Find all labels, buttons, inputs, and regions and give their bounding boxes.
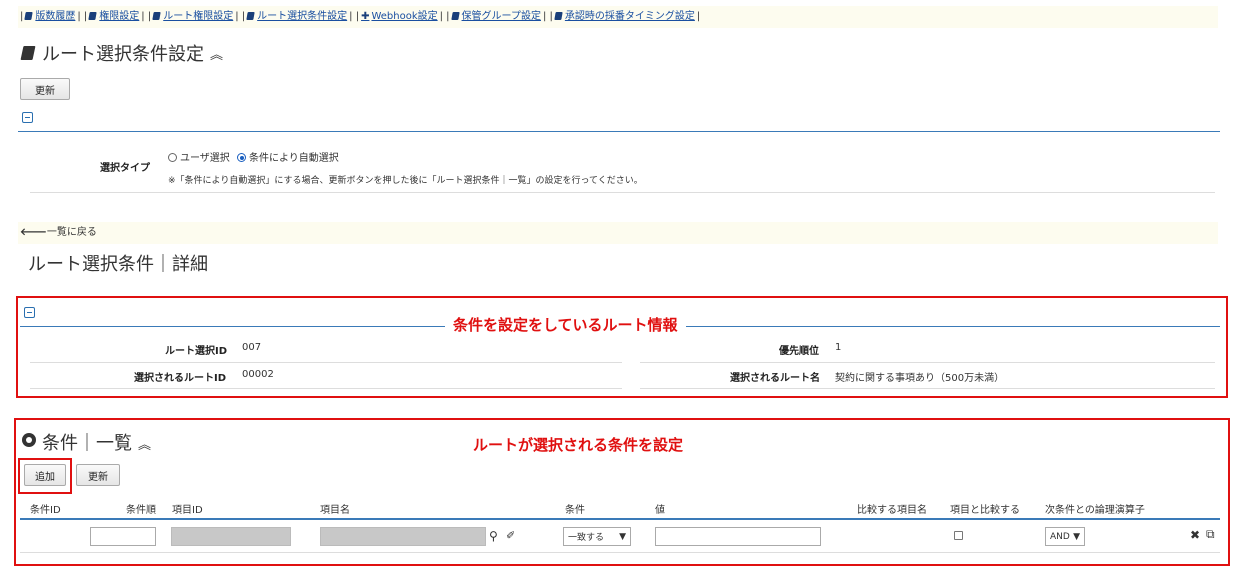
- col-item-name: 項目名: [320, 505, 350, 516]
- eraser-icon[interactable]: ✐: [506, 529, 515, 542]
- back-bar: 🡐一覧に戻る: [18, 222, 1218, 244]
- collapse-icon[interactable]: [22, 112, 33, 123]
- select-type-options: ユーザ選択 条件により自動選択: [168, 149, 339, 164]
- nav-link-route-select-conditions[interactable]: ルート選択条件設定: [246, 11, 347, 22]
- item-id-field: [171, 527, 291, 546]
- back-link[interactable]: 🡐一覧に戻る: [20, 227, 97, 238]
- dropdown-arrow-icon: ▼: [619, 531, 626, 542]
- route-select-id-value: 007: [242, 342, 262, 353]
- route-name-label: 選択されるルート名: [730, 373, 820, 384]
- table-header-divider: [20, 518, 1220, 520]
- route-id-label: 選択されるルートID: [134, 373, 227, 384]
- conditions-annotation: ルートが選択される条件を設定: [465, 434, 692, 455]
- collapse-icon[interactable]: [24, 307, 35, 318]
- nav-link-storage-groups[interactable]: 保管グループ設定: [450, 11, 541, 22]
- select-type-label: 選択タイプ: [100, 163, 150, 174]
- dropdown-arrow-icon: ▼: [1073, 531, 1080, 542]
- nav-link-route-permissions[interactable]: ルート権限設定: [152, 11, 233, 22]
- condition-operator-select[interactable]: 一致する ▼: [563, 527, 631, 546]
- col-condition-order: 条件順: [126, 505, 156, 516]
- chevron-up-double-icon[interactable]: ︽: [210, 44, 223, 63]
- value-input[interactable]: [655, 527, 821, 546]
- nav-link-webhook[interactable]: ✚ Webhook設定: [361, 11, 438, 22]
- gear-icon: [22, 433, 36, 447]
- plus-icon: ✚: [361, 11, 370, 22]
- row-divider: [20, 552, 1220, 553]
- section-divider: [18, 131, 1220, 132]
- col-logic-operator: 次条件との論理演算子: [1045, 505, 1145, 516]
- radio-user-select[interactable]: ユーザ選択: [168, 153, 230, 164]
- book-icon: [246, 12, 255, 20]
- route-name-value: 契約に関する事項あり（500万未満）: [835, 373, 1005, 384]
- select-type-note: ※「条件により自動選択」にする場合、更新ボタンを押した後に「ルート選択条件｜一覧…: [168, 176, 643, 186]
- item-name-field: [320, 527, 486, 546]
- compare-with-item-checkbox[interactable]: [954, 531, 963, 540]
- book-icon: [20, 46, 36, 60]
- book-icon: [450, 12, 460, 20]
- logic-operator-select[interactable]: AND ▼: [1045, 527, 1085, 546]
- col-compare-item-name: 比較する項目名: [857, 505, 927, 516]
- row-divider: [30, 388, 622, 389]
- row-divider: [640, 388, 1215, 389]
- row-divider: [30, 192, 1215, 193]
- col-item-id: 項目ID: [172, 505, 203, 516]
- top-nav: | 版数履歴 | | 権限設定 | | ルート権限設定 | | ルート選択条件設定 | | ✚ We…: [18, 6, 1218, 28]
- col-value: 値: [655, 505, 665, 516]
- condition-order-input[interactable]: [90, 527, 156, 546]
- copy-icon[interactable]: ⧉: [1206, 527, 1215, 542]
- add-condition-button[interactable]: 追加: [24, 464, 66, 486]
- book-icon: [88, 12, 98, 20]
- row-divider: [640, 362, 1215, 363]
- nav-link-numbering-timing[interactable]: 承認時の採番タイミング設定: [554, 11, 695, 22]
- book-icon: [152, 12, 161, 20]
- nav-link-version-history[interactable]: 版数履歴: [24, 11, 75, 22]
- arrow-left-icon: 🡐: [20, 227, 47, 238]
- detail-annotation: 条件を設定をしているルート情報: [445, 314, 686, 335]
- search-icon[interactable]: ⚲: [489, 529, 498, 543]
- book-icon: [24, 12, 34, 20]
- chevron-up-double-icon[interactable]: ︽: [138, 438, 151, 453]
- nav-link-permissions[interactable]: 権限設定: [88, 11, 139, 22]
- book-icon: [554, 12, 563, 20]
- col-condition: 条件: [565, 505, 585, 516]
- update-conditions-button[interactable]: 更新: [76, 464, 120, 486]
- update-settings-button[interactable]: 更新: [20, 78, 70, 100]
- page-title: ルート選択条件設定 ︽: [20, 40, 223, 66]
- detail-title: ルート選択条件｜詳細: [28, 254, 208, 275]
- col-compare-with-item: 項目と比較する: [950, 505, 1020, 516]
- radio-auto-select[interactable]: 条件により自動選択: [237, 153, 339, 164]
- col-condition-id: 条件ID: [30, 505, 61, 516]
- priority-label: 優先順位: [779, 346, 819, 357]
- route-select-id-label: ルート選択ID: [165, 346, 228, 357]
- conditions-title: 条件｜一覧 ︽: [42, 433, 152, 454]
- route-id-value: 00002: [242, 369, 274, 380]
- delete-icon[interactable]: ✖: [1190, 528, 1200, 542]
- priority-value: 1: [835, 342, 842, 353]
- row-divider: [30, 362, 622, 363]
